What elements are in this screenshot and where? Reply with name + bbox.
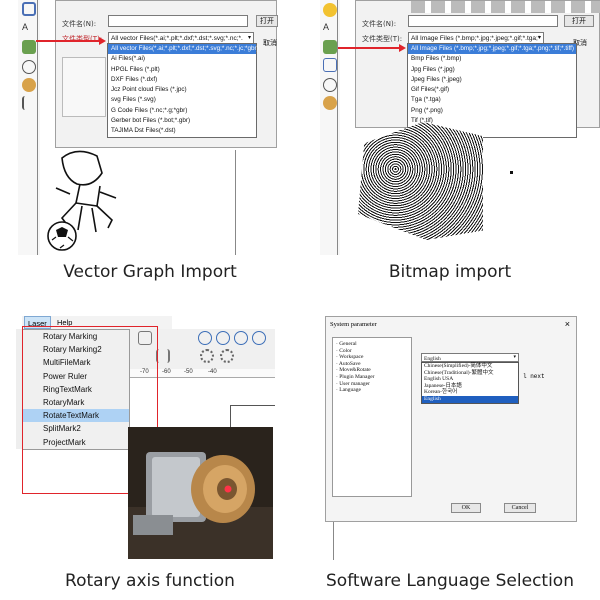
text-icon[interactable]: A <box>22 22 36 36</box>
chevron-down-icon[interactable]: ▾ <box>248 34 251 41</box>
zoom-icon[interactable] <box>198 331 212 345</box>
canvas-edge <box>337 0 338 255</box>
timer-icon[interactable] <box>323 78 337 92</box>
language-option[interactable]: English USA <box>422 376 518 383</box>
tree-item[interactable]: · User manager <box>336 381 411 388</box>
filetype-label: 文件类型(T): <box>362 35 403 43</box>
bitmap-caption: Bitmap import <box>388 262 512 282</box>
curve-icon[interactable] <box>22 2 36 16</box>
cancel-button[interactable]: 取消 <box>261 38 279 48</box>
zoom-in-icon[interactable] <box>216 331 230 345</box>
language-option[interactable]: English <box>422 395 518 403</box>
dot-marker <box>510 171 513 174</box>
canvas-edge <box>37 0 38 255</box>
filename-input[interactable] <box>408 15 558 27</box>
canvas-edge-right <box>235 150 236 255</box>
io-icon[interactable] <box>22 78 36 92</box>
rotary-caption: Rotary axis function <box>65 571 235 591</box>
filetype-option[interactable]: Ai Files(*.ai) <box>108 54 256 64</box>
thumbnail-strip <box>411 1 600 13</box>
chevron-down-icon[interactable]: ▾ <box>513 354 516 360</box>
bitmap-icon[interactable] <box>22 40 36 54</box>
language-option[interactable]: Chinese(Traditional)-繁體中文 <box>422 370 518 377</box>
dithered-machine-image <box>358 122 483 240</box>
close-icon[interactable]: × <box>565 319 570 329</box>
vector-caption: Vector Graph Import <box>63 262 237 282</box>
filetype-option[interactable]: HPGL Files (*.plt) <box>108 65 256 75</box>
language-option[interactable]: Chinese(Simplified)-简体中文 <box>422 363 518 370</box>
chevron-down-icon[interactable]: ▾ <box>538 34 541 41</box>
tree-item[interactable]: · Move&Rotate <box>336 367 411 374</box>
pointer-arrowhead <box>99 37 106 45</box>
filetype-option[interactable]: svg Files (*.svg) <box>108 95 256 105</box>
bitmap-icon[interactable] <box>323 40 337 54</box>
filetype-option[interactable]: All vector Files(*.ai;*.plt;*.dxf;*.dst;… <box>108 44 259 55</box>
bitmap-import-panel: A 文件名(N): 打开 文件类型(T): All Image Files (*… <box>300 0 600 255</box>
language-option[interactable]: Korean-한국어 <box>422 389 518 396</box>
dialog-title: System parameter <box>330 321 377 328</box>
side-text: l next <box>523 373 545 380</box>
filetype-dropdown: All vector Files(*.ai;*.plt;*.dxf;*.dst;… <box>107 43 259 138</box>
filename-input[interactable] <box>108 15 248 27</box>
filetype-option[interactable]: DXF Files (*.dxf) <box>108 75 256 85</box>
language-dropdown: Chinese(Simplified)-简体中文 Chinese(Traditio… <box>421 362 519 404</box>
gear-icon[interactable] <box>220 349 234 363</box>
canvas-edge <box>333 522 334 560</box>
filetype-option[interactable]: Jpg Files (*.jpg) <box>408 65 576 75</box>
open-button[interactable]: 打开 <box>256 15 278 27</box>
tree-item[interactable]: · Plugin Manager <box>336 374 411 381</box>
cancel-button[interactable]: Cancel <box>504 503 536 513</box>
distribute-icon[interactable] <box>156 349 170 363</box>
system-parameter-dialog: System parameter × · General · Color · Wor… <box>325 316 577 522</box>
pointer-arrow <box>338 47 400 49</box>
filename-label: 文件名(N): <box>62 20 97 28</box>
filetype-option[interactable]: Gif Files(*.gif) <box>408 85 576 95</box>
tree-item[interactable]: · Color <box>336 348 411 355</box>
marker-icon[interactable] <box>22 96 36 110</box>
zoom-out-icon[interactable] <box>234 331 248 345</box>
tree-item[interactable]: · Workspace <box>336 354 411 361</box>
filetype-value: All Image Files (*.bmp;*.jpg;*.jpeg;*.gi… <box>411 35 541 42</box>
settings-tree: · General · Color · Workspace · AutoSave · M… <box>332 337 412 497</box>
preview-box <box>62 57 106 117</box>
vector-icon[interactable] <box>323 58 337 72</box>
filetype-option[interactable]: Gerber bot Files (*.bot;*.gbr) <box>108 116 256 126</box>
pointer-arrow <box>36 40 100 42</box>
filename-label: 文件名(N): <box>362 20 397 28</box>
filetype-option[interactable]: G Code Files (*.nc;*.g;*gbr) <box>108 106 256 116</box>
tree-item[interactable]: · Language <box>336 387 411 394</box>
gear-icon[interactable] <box>200 349 214 363</box>
filetype-dropdown: All Image Files (*.bmp;*.jpg;*.jpeg;*.gi… <box>407 43 577 138</box>
filetype-option[interactable]: Tga (*.tga) <box>408 95 576 105</box>
filetype-option[interactable]: All Image Files (*.bmp;*.jpg;*.jpeg;*.gi… <box>408 44 576 55</box>
vector-import-panel: A 文件名(N): 打开 文件类型(T): All vector Files(*… <box>0 0 300 255</box>
filetype-option[interactable]: Jcz Point cloud Files (*.jpc) <box>108 85 256 95</box>
pointer-arrowhead <box>399 44 406 52</box>
rotary-device-photo <box>128 427 273 559</box>
language-select[interactable]: English ▾ <box>421 353 519 362</box>
filetype-label: 文件类型(T): <box>62 35 103 43</box>
open-button[interactable]: 打开 <box>564 15 594 27</box>
ok-button[interactable]: OK <box>451 503 481 513</box>
zoom-fit-icon[interactable] <box>252 331 266 345</box>
filetype-option[interactable]: Jpeg Files (*.jpeg) <box>408 75 576 85</box>
filetype-option[interactable]: TAJIMA Dst Files(*.dst) <box>108 126 256 136</box>
vector-football-drawing <box>47 150 117 251</box>
text-icon[interactable]: A <box>323 22 337 36</box>
ruler-label: -60 <box>162 369 171 375</box>
io-icon[interactable] <box>323 96 337 110</box>
ellipse-icon[interactable] <box>323 3 337 17</box>
filetype-option[interactable]: Bmp Files (*.bmp) <box>408 54 576 64</box>
filetype-option[interactable]: Png (*.png) <box>408 106 576 116</box>
timer-icon[interactable] <box>22 60 36 74</box>
ruler-label: -40 <box>208 369 217 375</box>
ruler-label: -50 <box>184 369 193 375</box>
tree-item[interactable]: · AutoSave <box>336 361 411 368</box>
filetype-value: All vector Files(*.ai;*.plt;*.dxf;*.dst;… <box>111 35 243 42</box>
language-caption: Software Language Selection <box>326 571 574 591</box>
tree-item[interactable]: · General <box>336 341 411 348</box>
